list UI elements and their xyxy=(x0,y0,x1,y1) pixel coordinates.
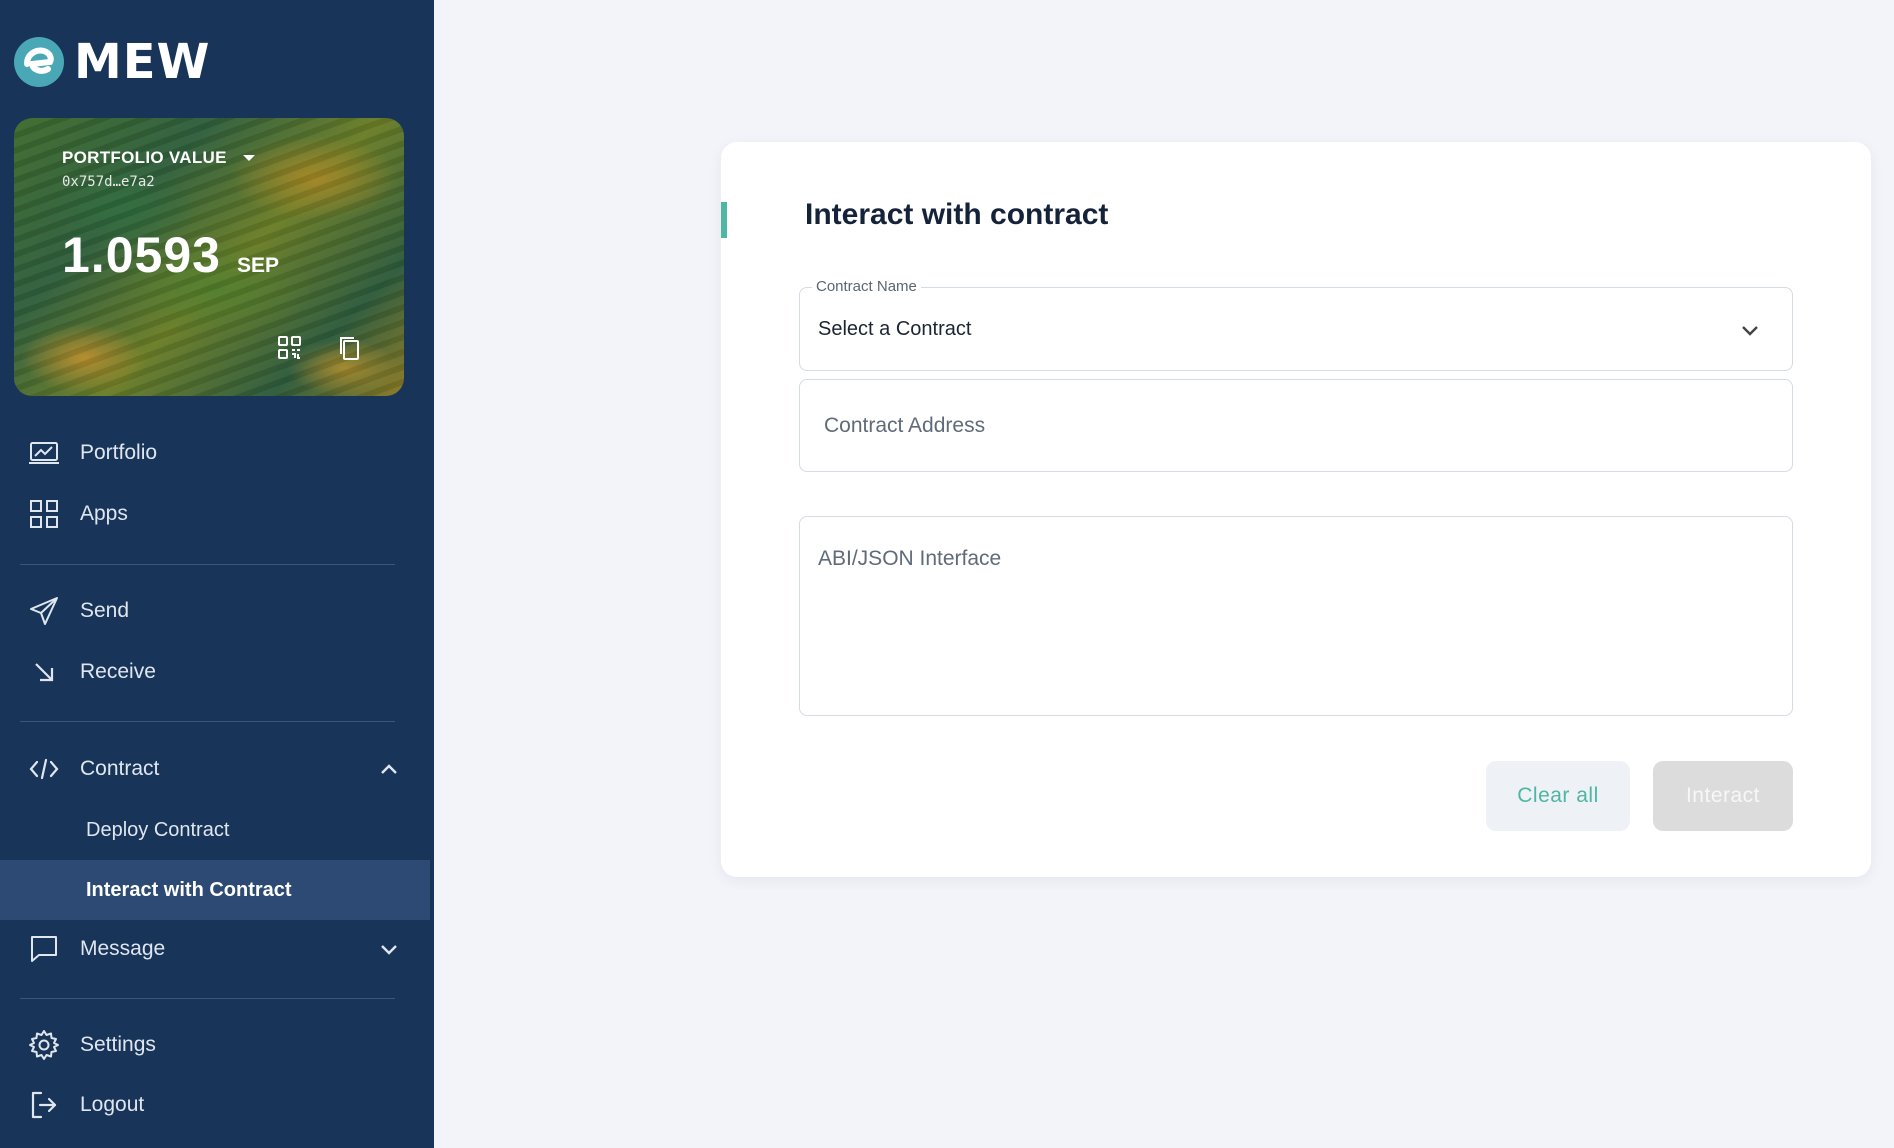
contract-name-label: Contract Name xyxy=(812,278,921,295)
contract-name-value: Select a Contract xyxy=(818,318,972,340)
mew-logo[interactable]: MEW xyxy=(14,34,211,90)
sidebar-item-label: Send xyxy=(80,599,130,622)
interact-contract-panel: Interact with contract Contract Name Sel… xyxy=(721,142,1871,877)
contract-name-select[interactable]: Contract Name Select a Contract xyxy=(799,278,1793,371)
balance-value: 1.0593 xyxy=(62,227,221,283)
sidebar-item-label: Message xyxy=(80,937,166,960)
wallet-address: 0x757d…e7a2 xyxy=(62,174,155,190)
sidebar-item-label: Settings xyxy=(80,1033,156,1056)
sidebar-item-settings[interactable]: Settings xyxy=(0,1020,434,1070)
sidebar-item-label: Portfolio xyxy=(80,441,158,464)
receive-icon xyxy=(28,656,60,688)
sidebar-item-apps[interactable]: Apps xyxy=(0,489,434,539)
nav-divider xyxy=(20,998,395,999)
interact-button[interactable]: Interact xyxy=(1653,761,1793,831)
sidebar-subitem-label: Interact with Contract xyxy=(86,878,292,901)
clear-all-button[interactable]: Clear all xyxy=(1486,761,1630,831)
sidebar-item-label: Logout xyxy=(80,1093,145,1116)
chevron-up-icon xyxy=(378,758,400,780)
sidebar-item-label: Apps xyxy=(80,502,128,525)
sidebar-subitem-deploy-contract[interactable]: Deploy Contract xyxy=(0,800,430,860)
brand-name: MEW xyxy=(74,34,211,90)
wallet-card: PORTFOLIO VALUE 0x757d…e7a2 1.0593 SEP xyxy=(14,118,404,396)
abi-json-textarea[interactable] xyxy=(800,517,1792,715)
sidebar-item-send[interactable]: Send xyxy=(0,586,434,636)
portfolio-value-label: PORTFOLIO VALUE xyxy=(62,148,227,167)
sidebar-subitem-interact-with-contract[interactable]: Interact with Contract xyxy=(0,860,430,920)
portfolio-icon xyxy=(28,437,60,469)
balance-unit: SEP xyxy=(236,254,279,277)
sidebar-subitem-label: Deploy Contract xyxy=(86,818,230,841)
send-icon xyxy=(28,595,60,627)
sidebar-item-message[interactable]: Message xyxy=(0,924,434,974)
apps-grid-icon xyxy=(28,498,60,530)
sidebar-item-contract[interactable]: Contract xyxy=(0,744,434,794)
logout-icon xyxy=(28,1089,60,1121)
contract-address-field xyxy=(799,379,1793,472)
caret-down-icon xyxy=(242,155,255,161)
code-icon xyxy=(28,753,60,785)
chevron-down-icon xyxy=(378,938,400,960)
nav-divider xyxy=(20,564,395,565)
nav-divider xyxy=(20,721,395,722)
wallet-balance: 1.0593 SEP xyxy=(62,226,279,284)
sidebar-item-receive[interactable]: Receive xyxy=(0,647,434,697)
portfolio-value-dropdown[interactable]: PORTFOLIO VALUE xyxy=(62,148,255,168)
sidebar-item-logout[interactable]: Logout xyxy=(0,1080,434,1130)
copy-icon[interactable] xyxy=(336,334,364,362)
message-icon xyxy=(28,933,60,965)
mew-logo-icon xyxy=(14,37,64,87)
chevron-down-icon xyxy=(1738,318,1762,342)
sidebar: MEW PORTFOLIO VALUE 0x757d…e7a2 1.0593 S… xyxy=(0,0,434,1148)
sidebar-item-label: Receive xyxy=(80,660,156,683)
sidebar-item-portfolio[interactable]: Portfolio xyxy=(0,428,434,478)
sidebar-item-label: Contract xyxy=(80,757,160,780)
qr-code-icon[interactable] xyxy=(276,334,304,362)
contract-address-input[interactable] xyxy=(800,380,1792,471)
title-accent-bar xyxy=(721,202,727,238)
abi-json-field xyxy=(799,516,1793,716)
gear-icon xyxy=(28,1029,60,1061)
page-title: Interact with contract xyxy=(805,198,1109,231)
